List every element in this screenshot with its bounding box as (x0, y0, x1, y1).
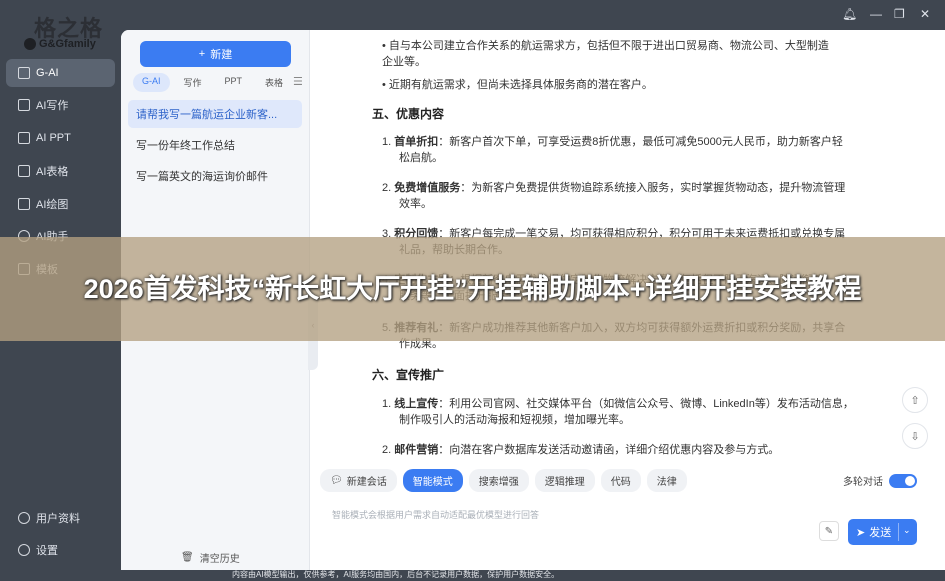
item-number: 2. (382, 444, 395, 456)
gai-icon (18, 67, 30, 79)
history-item[interactable]: 请帮我写一篇航运企业新客... (128, 100, 302, 128)
nav-label: 用户资料 (36, 513, 80, 525)
item-title: 首单折扣 (394, 136, 439, 148)
new-chat-button[interactable]: 💬︎ 新建会话 (320, 469, 397, 492)
new-button-label: 新建 (210, 49, 233, 61)
mode-code[interactable]: 代码 (600, 469, 641, 492)
nav-item-ai-writing[interactable]: AI写作 (6, 91, 115, 119)
mode-search[interactable]: 搜索增强 (468, 469, 529, 492)
item-text: ：向潜在客户数据库发送活动邀请函，详细介绍优惠内容及参与方式。 (438, 444, 780, 456)
content-line: 制作吸引人的活动海报和短视频，增加曝光率。 (399, 414, 630, 426)
logo-en-text: G&Gfamily (39, 38, 96, 50)
item-title: 线上宣传 (394, 398, 439, 410)
nav-item-ai-table[interactable]: AI表格 (6, 157, 115, 185)
content-line: 松启航。 (399, 152, 443, 164)
item-title: 免费增值服务 (394, 182, 461, 194)
mode-reasoning[interactable]: 逻辑推理 (534, 469, 595, 492)
chevron-down-icon[interactable]: ⌄ (903, 525, 911, 536)
nav-label: 设置 (36, 545, 58, 557)
item-number: 1. (382, 136, 395, 148)
nav-label: G-AI (36, 67, 59, 79)
multi-turn-toggle[interactable] (889, 473, 917, 488)
nav-item-gai[interactable]: G-AI (6, 59, 115, 87)
nav-label: AI表格 (36, 166, 69, 178)
nav-label: AI绘图 (36, 199, 69, 211)
section-heading: 六、宣传推广 (372, 368, 445, 382)
table-icon (18, 165, 30, 177)
multi-turn-toggle-group: 多轮对话 (843, 473, 917, 488)
close-icon[interactable]: ✕ (920, 7, 930, 21)
ppt-icon (18, 132, 30, 144)
send-icon: ➤ (856, 526, 866, 539)
user-icon (18, 512, 30, 524)
settings-icon (18, 544, 30, 556)
overlay-banner: 2026首发科技“新长虹大厅开挂”开挂辅助脚本+详细开挂安装教程 (0, 237, 945, 341)
chat-icon: 💬︎ (330, 475, 343, 486)
new-chat-label: 新建会话 (346, 477, 387, 488)
doc-icon (18, 99, 30, 111)
nav-item-ai-ppt[interactable]: AI PPT (6, 124, 115, 152)
multi-turn-label: 多轮对话 (843, 477, 883, 488)
clear-history-label: 清空历史 (199, 554, 240, 565)
item-number: 2. (382, 182, 395, 194)
tab-writing[interactable]: 写作 (175, 73, 211, 92)
new-button[interactable]: + 新建 (140, 41, 291, 67)
nav-label: AI写作 (36, 100, 69, 112)
scroll-top-button[interactable]: ⇧ (902, 387, 928, 413)
upload-icon: ⇧ (910, 394, 920, 407)
minimize-icon[interactable]: — (870, 7, 882, 21)
content-line: 1. 线上宣传：利用公司官网、社交媒体平台（如微信公众号、微博、LinkedIn… (382, 396, 854, 412)
content-line: 效率。 (399, 198, 432, 210)
tab-gai[interactable]: G-AI (133, 73, 170, 92)
send-divider (898, 523, 899, 541)
restore-icon[interactable]: ❐ (894, 7, 905, 21)
item-number: 1. (382, 398, 395, 410)
content-line: • 自与本公司建立合作关系的航运需求方，包括但不限于进出口贸易商、物流公司、大型… (382, 40, 829, 52)
trash-icon: 🗑︎ (181, 552, 194, 563)
clear-history-button[interactable]: 🗑︎ 清空历史 (181, 550, 240, 565)
bell-icon[interactable]: 🔔︎ (842, 7, 857, 21)
download-icon: ⇩ (910, 430, 920, 443)
prompt-placeholder: 智能模式会根据用户需求自动适配最优模型进行回答 (332, 510, 540, 520)
nav-label: AI PPT (36, 132, 71, 144)
section-heading: 五、优惠内容 (372, 107, 445, 121)
item-text: ：为新客户免费提供货物追踪系统接入服务，实时掌握货物动态，提升物流管理 (460, 182, 846, 194)
logo-en: G&Gfamily (24, 38, 96, 50)
logo-badge-icon (24, 38, 36, 50)
content-line: 2. 免费增值服务：为新客户免费提供货物追踪系统接入服务，实时掌握货物动态，提升… (382, 180, 845, 196)
mode-law[interactable]: 法律 (646, 469, 687, 492)
send-button[interactable]: ➤ 发送 ⌄ (848, 519, 917, 545)
item-text: ：新客户首次下单，可享受运费8折优惠，最低可减免5000元人民币，助力新客户轻 (438, 136, 843, 148)
mode-toolbar: 💬︎ 新建会话 智能模式 搜索增强 逻辑推理 代码 法律 (320, 469, 687, 492)
content-line: 1. 首单折扣：新客户首次下单，可享受运费8折优惠，最低可减免5000元人民币，… (382, 134, 843, 150)
history-item[interactable]: 写一份年终工作总结 (128, 131, 302, 159)
content-line: 2. 邮件营销：向潜在客户数据库发送活动邀请函，详细介绍优惠内容及参与方式。 (382, 442, 779, 458)
sidebar-tabs: G-AI 写作 PPT 表格 (133, 73, 292, 92)
banner-text: 2026首发科技“新长虹大厅开挂”开挂辅助脚本+详细开挂安装教程 (83, 274, 862, 304)
tab-table[interactable]: 表格 (256, 73, 292, 92)
nav-item-user-profile[interactable]: 用户资料 (6, 504, 115, 532)
item-text: ：利用公司官网、社交媒体平台（如微信公众号、微博、LinkedIn等）发布活动信… (438, 398, 854, 410)
magic-wand-icon[interactable]: ✎ (819, 521, 839, 541)
app-logo: 格之格 G&Gfamily (22, 8, 112, 56)
tab-ppt[interactable]: PPT (216, 73, 252, 92)
content-line: 企业等。 (382, 56, 426, 68)
nav-item-ai-paint[interactable]: AI绘图 (6, 190, 115, 218)
item-title: 邮件营销 (394, 444, 439, 456)
content-line: • 近期有航运需求，但尚未选择具体服务商的潜在客户。 (382, 79, 653, 91)
disclaimer: 内容由AI模型输出，仅供参考，AI服务均由国内，后台不记录用户数据，保护用户数据… (232, 570, 560, 579)
history-item[interactable]: 写一篇英文的海运询价邮件 (128, 162, 302, 190)
send-label: 发送 (869, 527, 892, 539)
mode-smart[interactable]: 智能模式 (402, 469, 463, 492)
menu-icon[interactable]: ☰ (293, 75, 303, 88)
download-button[interactable]: ⇩ (902, 423, 928, 449)
nav-item-settings[interactable]: 设置 (6, 536, 115, 564)
plus-icon: + (198, 48, 206, 60)
paint-icon (18, 198, 30, 210)
